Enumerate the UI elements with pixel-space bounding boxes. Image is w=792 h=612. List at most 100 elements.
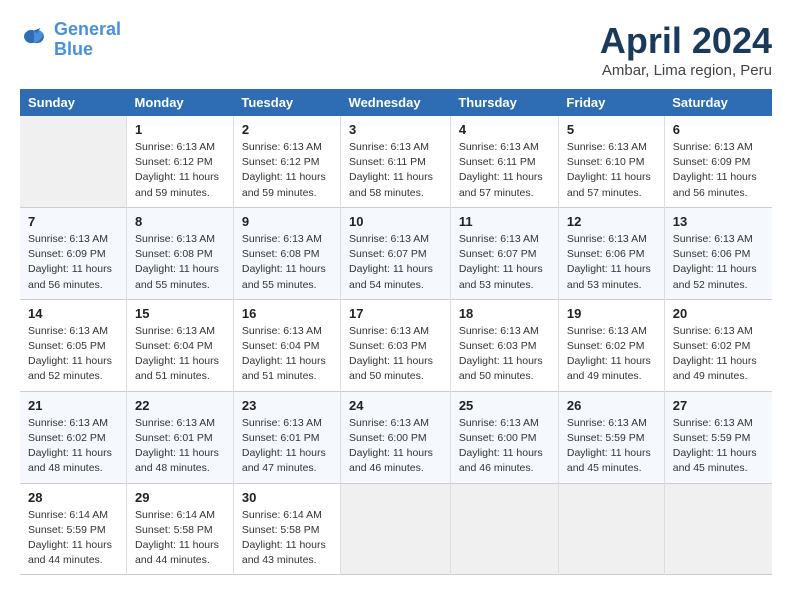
day-info: Sunrise: 6:13 AMSunset: 6:01 PMDaylight:… — [242, 416, 332, 477]
day-number: 3 — [349, 122, 442, 137]
day-info: Sunrise: 6:13 AMSunset: 6:07 PMDaylight:… — [349, 232, 442, 293]
day-info: Sunrise: 6:13 AMSunset: 6:03 PMDaylight:… — [459, 324, 550, 385]
calendar-week-1: 1 Sunrise: 6:13 AMSunset: 6:12 PMDayligh… — [20, 116, 772, 207]
calendar-cell: 17 Sunrise: 6:13 AMSunset: 6:03 PMDaylig… — [341, 299, 451, 391]
logo-icon — [20, 26, 48, 54]
calendar-cell: 22 Sunrise: 6:13 AMSunset: 6:01 PMDaylig… — [127, 391, 234, 483]
weekday-header-sunday: Sunday — [20, 89, 127, 116]
day-info: Sunrise: 6:13 AMSunset: 6:00 PMDaylight:… — [349, 416, 442, 477]
day-info: Sunrise: 6:13 AMSunset: 6:09 PMDaylight:… — [28, 232, 118, 293]
day-number: 29 — [135, 490, 225, 505]
calendar-cell: 28 Sunrise: 6:14 AMSunset: 5:59 PMDaylig… — [20, 483, 127, 575]
calendar-cell: 5 Sunrise: 6:13 AMSunset: 6:10 PMDayligh… — [558, 116, 664, 207]
day-number: 14 — [28, 306, 118, 321]
weekday-header-saturday: Saturday — [664, 89, 772, 116]
day-info: Sunrise: 6:13 AMSunset: 5:59 PMDaylight:… — [673, 416, 764, 477]
day-info: Sunrise: 6:13 AMSunset: 6:02 PMDaylight:… — [673, 324, 764, 385]
day-number: 2 — [242, 122, 332, 137]
calendar-cell — [664, 483, 772, 575]
calendar-cell: 29 Sunrise: 6:14 AMSunset: 5:58 PMDaylig… — [127, 483, 234, 575]
calendar-cell: 20 Sunrise: 6:13 AMSunset: 6:02 PMDaylig… — [664, 299, 772, 391]
calendar-cell: 23 Sunrise: 6:13 AMSunset: 6:01 PMDaylig… — [233, 391, 340, 483]
calendar-week-2: 7 Sunrise: 6:13 AMSunset: 6:09 PMDayligh… — [20, 207, 772, 299]
day-info: Sunrise: 6:14 AMSunset: 5:58 PMDaylight:… — [135, 508, 225, 569]
day-number: 7 — [28, 214, 118, 229]
day-info: Sunrise: 6:13 AMSunset: 6:06 PMDaylight:… — [567, 232, 656, 293]
page-header: General Blue April 2024 Ambar, Lima regi… — [20, 20, 772, 79]
calendar-cell — [558, 483, 664, 575]
day-number: 19 — [567, 306, 656, 321]
calendar-cell: 19 Sunrise: 6:13 AMSunset: 6:02 PMDaylig… — [558, 299, 664, 391]
day-info: Sunrise: 6:14 AMSunset: 5:58 PMDaylight:… — [242, 508, 332, 569]
calendar-week-4: 21 Sunrise: 6:13 AMSunset: 6:02 PMDaylig… — [20, 391, 772, 483]
day-number: 8 — [135, 214, 225, 229]
day-number: 12 — [567, 214, 656, 229]
calendar-cell — [20, 116, 127, 207]
calendar-cell: 4 Sunrise: 6:13 AMSunset: 6:11 PMDayligh… — [450, 116, 558, 207]
logo: General Blue — [20, 20, 121, 60]
calendar-cell: 30 Sunrise: 6:14 AMSunset: 5:58 PMDaylig… — [233, 483, 340, 575]
calendar-cell: 11 Sunrise: 6:13 AMSunset: 6:07 PMDaylig… — [450, 207, 558, 299]
calendar-cell: 18 Sunrise: 6:13 AMSunset: 6:03 PMDaylig… — [450, 299, 558, 391]
day-info: Sunrise: 6:13 AMSunset: 6:00 PMDaylight:… — [459, 416, 550, 477]
day-number: 28 — [28, 490, 118, 505]
day-info: Sunrise: 6:13 AMSunset: 6:04 PMDaylight:… — [135, 324, 225, 385]
location-subtitle: Ambar, Lima region, Peru — [600, 62, 772, 79]
calendar-week-5: 28 Sunrise: 6:14 AMSunset: 5:59 PMDaylig… — [20, 483, 772, 575]
calendar-cell: 1 Sunrise: 6:13 AMSunset: 6:12 PMDayligh… — [127, 116, 234, 207]
day-info: Sunrise: 6:13 AMSunset: 6:12 PMDaylight:… — [135, 140, 225, 201]
day-number: 5 — [567, 122, 656, 137]
day-number: 30 — [242, 490, 332, 505]
day-number: 10 — [349, 214, 442, 229]
calendar-week-3: 14 Sunrise: 6:13 AMSunset: 6:05 PMDaylig… — [20, 299, 772, 391]
day-number: 4 — [459, 122, 550, 137]
day-number: 26 — [567, 398, 656, 413]
day-number: 15 — [135, 306, 225, 321]
calendar-cell: 3 Sunrise: 6:13 AMSunset: 6:11 PMDayligh… — [341, 116, 451, 207]
day-info: Sunrise: 6:13 AMSunset: 6:04 PMDaylight:… — [242, 324, 332, 385]
calendar-cell: 10 Sunrise: 6:13 AMSunset: 6:07 PMDaylig… — [341, 207, 451, 299]
day-number: 21 — [28, 398, 118, 413]
day-info: Sunrise: 6:13 AMSunset: 6:01 PMDaylight:… — [135, 416, 225, 477]
day-number: 24 — [349, 398, 442, 413]
day-info: Sunrise: 6:13 AMSunset: 6:02 PMDaylight:… — [567, 324, 656, 385]
day-number: 11 — [459, 214, 550, 229]
calendar-cell: 12 Sunrise: 6:13 AMSunset: 6:06 PMDaylig… — [558, 207, 664, 299]
weekday-header-monday: Monday — [127, 89, 234, 116]
calendar-cell: 16 Sunrise: 6:13 AMSunset: 6:04 PMDaylig… — [233, 299, 340, 391]
calendar-cell: 9 Sunrise: 6:13 AMSunset: 6:08 PMDayligh… — [233, 207, 340, 299]
title-area: April 2024 Ambar, Lima region, Peru — [600, 20, 772, 79]
calendar-cell: 6 Sunrise: 6:13 AMSunset: 6:09 PMDayligh… — [664, 116, 772, 207]
calendar-cell: 27 Sunrise: 6:13 AMSunset: 5:59 PMDaylig… — [664, 391, 772, 483]
calendar-cell: 21 Sunrise: 6:13 AMSunset: 6:02 PMDaylig… — [20, 391, 127, 483]
day-number: 18 — [459, 306, 550, 321]
day-info: Sunrise: 6:13 AMSunset: 6:06 PMDaylight:… — [673, 232, 764, 293]
month-year-title: April 2024 — [600, 20, 772, 62]
day-number: 25 — [459, 398, 550, 413]
day-info: Sunrise: 6:13 AMSunset: 6:11 PMDaylight:… — [459, 140, 550, 201]
day-info: Sunrise: 6:13 AMSunset: 6:09 PMDaylight:… — [673, 140, 764, 201]
logo-general: General — [54, 19, 121, 39]
weekday-header-row: SundayMondayTuesdayWednesdayThursdayFrid… — [20, 89, 772, 116]
calendar-cell — [450, 483, 558, 575]
day-number: 6 — [673, 122, 764, 137]
calendar-table: SundayMondayTuesdayWednesdayThursdayFrid… — [20, 89, 772, 575]
day-number: 16 — [242, 306, 332, 321]
day-number: 20 — [673, 306, 764, 321]
logo-blue: Blue — [54, 39, 93, 59]
day-number: 23 — [242, 398, 332, 413]
day-info: Sunrise: 6:13 AMSunset: 6:08 PMDaylight:… — [135, 232, 225, 293]
day-info: Sunrise: 6:14 AMSunset: 5:59 PMDaylight:… — [28, 508, 118, 569]
logo-text: General Blue — [54, 20, 121, 60]
calendar-cell: 13 Sunrise: 6:13 AMSunset: 6:06 PMDaylig… — [664, 207, 772, 299]
calendar-cell: 14 Sunrise: 6:13 AMSunset: 6:05 PMDaylig… — [20, 299, 127, 391]
weekday-header-wednesday: Wednesday — [341, 89, 451, 116]
day-info: Sunrise: 6:13 AMSunset: 6:03 PMDaylight:… — [349, 324, 442, 385]
calendar-cell: 2 Sunrise: 6:13 AMSunset: 6:12 PMDayligh… — [233, 116, 340, 207]
day-number: 22 — [135, 398, 225, 413]
calendar-cell — [341, 483, 451, 575]
day-number: 13 — [673, 214, 764, 229]
day-info: Sunrise: 6:13 AMSunset: 6:11 PMDaylight:… — [349, 140, 442, 201]
day-number: 9 — [242, 214, 332, 229]
day-info: Sunrise: 6:13 AMSunset: 6:02 PMDaylight:… — [28, 416, 118, 477]
